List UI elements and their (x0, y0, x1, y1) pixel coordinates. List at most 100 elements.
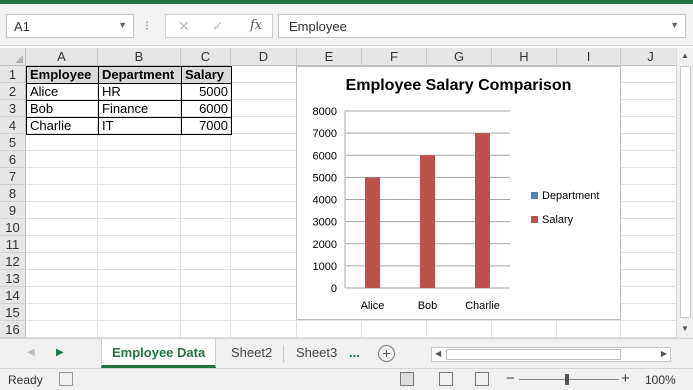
cell-j5[interactable] (621, 134, 676, 151)
formula-input[interactable]: Employee ▼ (278, 14, 686, 38)
cell-c16[interactable] (181, 321, 231, 338)
cell-d15[interactable] (231, 304, 297, 321)
name-box[interactable]: A1 ▼ (6, 14, 134, 38)
horizontal-scrollbar[interactable]: ◀ ▶ (431, 347, 671, 362)
cell-b13[interactable] (98, 270, 181, 287)
cell-j3[interactable] (621, 100, 676, 117)
cell-d14[interactable] (231, 287, 297, 304)
row-header-11[interactable]: 11 (0, 236, 26, 253)
cell-f16[interactable] (362, 321, 427, 338)
cell-d12[interactable] (231, 253, 297, 270)
enter-icon[interactable]: ✓ (212, 18, 224, 35)
cell-j13[interactable] (621, 270, 676, 287)
cell-a10[interactable] (26, 219, 98, 236)
cell-b12[interactable] (98, 253, 181, 270)
more-options-icon[interactable]: ⁝ (145, 18, 149, 34)
cell-b7[interactable] (98, 168, 181, 185)
row-header-7[interactable]: 7 (0, 168, 26, 185)
cell-c14[interactable] (181, 287, 231, 304)
cell-mode-icon[interactable] (59, 372, 73, 386)
zoom-level[interactable]: 100% (645, 373, 676, 387)
column-header-h[interactable]: H (492, 48, 557, 66)
cell-c12[interactable] (181, 253, 231, 270)
cell-j16[interactable] (621, 321, 676, 338)
row-header-10[interactable]: 10 (0, 219, 26, 236)
zoom-slider[interactable] (519, 379, 619, 380)
row-header-9[interactable]: 9 (0, 202, 26, 219)
scroll-down-icon[interactable]: ▼ (681, 324, 689, 333)
cell-c8[interactable] (181, 185, 231, 202)
cell-d1[interactable] (231, 66, 297, 83)
table-header-cell[interactable]: Employee (26, 66, 99, 84)
row-header-16[interactable]: 16 (0, 321, 26, 338)
cell-d6[interactable] (231, 151, 297, 168)
cell-a7[interactable] (26, 168, 98, 185)
zoom-in-icon[interactable]: + (621, 370, 630, 387)
cell-a6[interactable] (26, 151, 98, 168)
vertical-scrollbar[interactable]: ▲ ▼ (676, 48, 693, 338)
scroll-left-icon[interactable]: ◀ (435, 349, 441, 358)
table-cell[interactable]: Finance (98, 100, 182, 118)
row-header-2[interactable]: 2 (0, 83, 26, 100)
cell-j7[interactable] (621, 168, 676, 185)
cell-c5[interactable] (181, 134, 231, 151)
insert-function-icon[interactable]: fx (250, 18, 262, 33)
cell-j4[interactable] (621, 117, 676, 134)
cell-c6[interactable] (181, 151, 231, 168)
cell-d13[interactable] (231, 270, 297, 287)
cell-d2[interactable] (231, 83, 297, 100)
row-header-4[interactable]: 4 (0, 117, 26, 134)
tab-employee-data[interactable]: Employee Data (101, 339, 217, 368)
row-header-6[interactable]: 6 (0, 151, 26, 168)
cell-d16[interactable] (231, 321, 297, 338)
table-cell[interactable]: Alice (26, 83, 99, 101)
cell-j15[interactable] (621, 304, 676, 321)
normal-view-icon[interactable] (400, 372, 414, 386)
row-header-15[interactable]: 15 (0, 304, 26, 321)
cell-g16[interactable] (427, 321, 492, 338)
table-cell[interactable]: Charlie (26, 117, 99, 135)
scroll-up-icon[interactable]: ▲ (681, 51, 689, 60)
cell-j2[interactable] (621, 83, 676, 100)
next-sheet-icon[interactable]: ▶ (56, 347, 64, 358)
column-header-a[interactable]: A (26, 48, 98, 66)
cell-c11[interactable] (181, 236, 231, 253)
row-header-13[interactable]: 13 (0, 270, 26, 287)
table-header-cell[interactable]: Salary (181, 66, 232, 84)
cell-j10[interactable] (621, 219, 676, 236)
cell-c7[interactable] (181, 168, 231, 185)
table-cell[interactable]: IT (98, 117, 182, 135)
cell-a5[interactable] (26, 134, 98, 151)
cell-d9[interactable] (231, 202, 297, 219)
cell-b10[interactable] (98, 219, 181, 236)
row-header-3[interactable]: 3 (0, 100, 26, 117)
page-break-preview-icon[interactable] (475, 372, 489, 386)
cell-c13[interactable] (181, 270, 231, 287)
row-header-12[interactable]: 12 (0, 253, 26, 270)
cell-j6[interactable] (621, 151, 676, 168)
cell-d3[interactable] (231, 100, 297, 117)
cell-b5[interactable] (98, 134, 181, 151)
cell-j11[interactable] (621, 236, 676, 253)
row-header-14[interactable]: 14 (0, 287, 26, 304)
column-header-d[interactable]: D (231, 48, 297, 66)
scroll-right-icon[interactable]: ▶ (661, 349, 667, 358)
prev-sheet-icon[interactable]: ◀ (27, 347, 35, 358)
cell-b15[interactable] (98, 304, 181, 321)
add-sheet-icon[interactable]: + (378, 345, 395, 362)
cell-j12[interactable] (621, 253, 676, 270)
cell-i16[interactable] (557, 321, 621, 338)
cell-j8[interactable] (621, 185, 676, 202)
cell-c9[interactable] (181, 202, 231, 219)
cell-a8[interactable] (26, 185, 98, 202)
tab-sheet3[interactable]: Sheet3 (286, 339, 347, 368)
table-cell[interactable]: 7000 (181, 117, 232, 135)
expand-formula-icon[interactable]: ▼ (670, 20, 679, 30)
cell-j1[interactable] (621, 66, 676, 83)
cell-d5[interactable] (231, 134, 297, 151)
column-header-j[interactable]: J (621, 48, 676, 66)
cell-b9[interactable] (98, 202, 181, 219)
cell-c15[interactable] (181, 304, 231, 321)
cell-b11[interactable] (98, 236, 181, 253)
cell-d11[interactable] (231, 236, 297, 253)
